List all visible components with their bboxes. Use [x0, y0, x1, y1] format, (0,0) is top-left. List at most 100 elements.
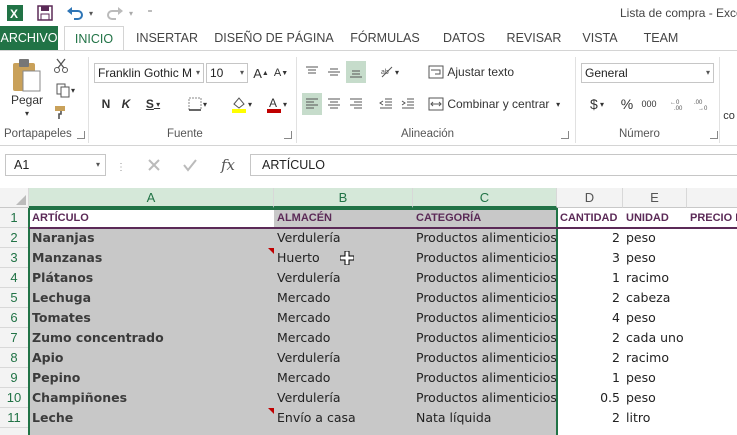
table-cell[interactable]: Manzanas — [29, 248, 274, 268]
table-cell[interactable]: peso — [623, 308, 687, 328]
header-cell-d[interactable]: CANTIDAD — [557, 208, 623, 228]
percent-button[interactable]: % — [618, 93, 636, 115]
currency-button[interactable]: $ ▾ — [584, 93, 610, 115]
column-header-b[interactable]: B — [274, 188, 413, 208]
thousands-button[interactable]: 000 — [638, 93, 660, 115]
table-cell[interactable]: Lechuga — [29, 288, 274, 308]
table-cell[interactable]: Champiñones — [29, 388, 274, 408]
fill-color-icon[interactable]: ▾ — [224, 93, 258, 115]
column-header-e[interactable]: E — [623, 188, 687, 208]
clipboard-launcher-icon[interactable] — [77, 131, 85, 139]
decrease-indent-icon[interactable] — [376, 93, 396, 115]
header-cell-a[interactable]: ARTÍCULO — [29, 208, 274, 228]
row-header[interactable]: 6 — [0, 308, 29, 328]
table-cell[interactable] — [687, 228, 737, 248]
header-cell-f[interactable]: PRECIO I — [687, 208, 737, 228]
table-cell[interactable]: 2 — [557, 328, 623, 348]
table-cell[interactable]: cabeza — [623, 288, 687, 308]
table-cell[interactable]: Productos alimenticios — [413, 228, 557, 248]
table-cell[interactable] — [413, 428, 557, 435]
header-cell-b[interactable]: ALMACÉN — [274, 208, 413, 228]
table-cell[interactable]: 3 — [557, 248, 623, 268]
undo-icon[interactable] — [64, 3, 86, 23]
merge-center-button[interactable]: Combinar y centrar ▾ — [428, 93, 568, 115]
row-header[interactable] — [0, 428, 29, 435]
header-cell-c[interactable]: CATEGORÍA — [413, 208, 557, 228]
row-header[interactable]: 9 — [0, 368, 29, 388]
decrease-font-icon[interactable]: A ▼ — [272, 62, 290, 84]
increase-decimal-icon[interactable]: ←0.00 — [668, 93, 690, 115]
table-cell[interactable]: 2 — [557, 228, 623, 248]
tab-team[interactable]: TEAM — [634, 26, 688, 50]
table-cell[interactable]: Verdulería — [274, 388, 413, 408]
row-header[interactable]: 11 — [0, 408, 29, 428]
number-launcher-icon[interactable] — [710, 131, 718, 139]
align-right-icon[interactable] — [346, 93, 366, 115]
table-cell[interactable]: peso — [623, 228, 687, 248]
table-cell[interactable] — [687, 408, 737, 428]
table-cell[interactable]: peso — [623, 248, 687, 268]
font-color-icon[interactable]: A ▾ — [260, 93, 292, 115]
table-cell[interactable] — [687, 428, 737, 435]
table-cell[interactable]: Mercado — [274, 328, 413, 348]
table-cell[interactable] — [687, 368, 737, 388]
table-cell[interactable] — [687, 248, 737, 268]
undo-dropdown-icon[interactable]: ▾ — [86, 3, 96, 23]
italic-button[interactable]: K — [118, 93, 134, 115]
table-cell[interactable]: Productos alimenticios — [413, 248, 557, 268]
table-cell[interactable]: peso — [623, 368, 687, 388]
customize-qat-icon[interactable]: ⁼ — [143, 3, 157, 23]
table-cell[interactable]: Productos alimenticios — [413, 308, 557, 328]
cancel-icon[interactable] — [142, 154, 166, 176]
paste-icon[interactable] — [8, 55, 44, 95]
row-header[interactable]: 10 — [0, 388, 29, 408]
tab-revisar[interactable]: REVISAR — [502, 26, 566, 50]
number-format-select[interactable]: General ▾ — [581, 63, 714, 83]
table-cell[interactable]: Naranjas — [29, 228, 274, 248]
align-bottom-icon[interactable] — [346, 61, 366, 83]
table-cell[interactable]: peso — [623, 388, 687, 408]
column-header-c[interactable]: C — [413, 188, 557, 208]
table-cell[interactable] — [687, 328, 737, 348]
row-header[interactable]: 5 — [0, 288, 29, 308]
table-cell[interactable]: Verdulería — [274, 228, 413, 248]
tab-vista[interactable]: VISTA — [574, 26, 626, 50]
underline-button[interactable]: S ▾ — [140, 93, 166, 115]
table-cell[interactable] — [687, 288, 737, 308]
table-cell[interactable] — [687, 348, 737, 368]
copy-icon[interactable]: ▾ — [50, 79, 80, 101]
decrease-decimal-icon[interactable]: .00 →0 — [692, 93, 714, 115]
table-cell[interactable] — [687, 308, 737, 328]
table-cell[interactable] — [687, 388, 737, 408]
table-cell[interactable]: Plátanos — [29, 268, 274, 288]
align-center-icon[interactable] — [324, 93, 344, 115]
table-cell[interactable] — [557, 428, 623, 435]
table-cell[interactable]: Mercado — [274, 308, 413, 328]
table-cell[interactable]: racimo — [623, 348, 687, 368]
table-cell[interactable]: 2 — [557, 348, 623, 368]
row-header[interactable]: 7 — [0, 328, 29, 348]
tab-formulas[interactable]: FÓRMULAS — [344, 26, 426, 50]
row-header[interactable]: 4 — [0, 268, 29, 288]
table-cell[interactable]: litro — [623, 408, 687, 428]
select-all-corner[interactable] — [0, 188, 29, 208]
name-box[interactable]: A1 ▾ — [5, 154, 106, 176]
table-cell[interactable]: Apio — [29, 348, 274, 368]
align-top-icon[interactable] — [302, 61, 322, 83]
table-cell[interactable]: Verdulería — [274, 348, 413, 368]
table-cell[interactable]: Mercado — [274, 368, 413, 388]
table-cell[interactable]: 2 — [557, 408, 623, 428]
align-left-icon[interactable] — [302, 93, 322, 115]
tab-inicio[interactable]: INICIO — [64, 26, 124, 51]
column-header-a[interactable]: A — [29, 188, 274, 208]
redo-dropdown-icon[interactable]: ▾ — [126, 3, 136, 23]
table-cell[interactable]: Pepino — [29, 368, 274, 388]
table-cell[interactable]: Productos alimenticios — [413, 288, 557, 308]
table-cell[interactable]: Productos alimenticios — [413, 348, 557, 368]
table-cell[interactable]: Tomates — [29, 308, 274, 328]
borders-icon[interactable]: ▾ — [180, 93, 214, 115]
increase-indent-icon[interactable] — [398, 93, 418, 115]
tab-datos[interactable]: DATOS — [434, 26, 494, 50]
table-cell[interactable] — [687, 268, 737, 288]
table-cell[interactable]: Leche — [29, 408, 274, 428]
